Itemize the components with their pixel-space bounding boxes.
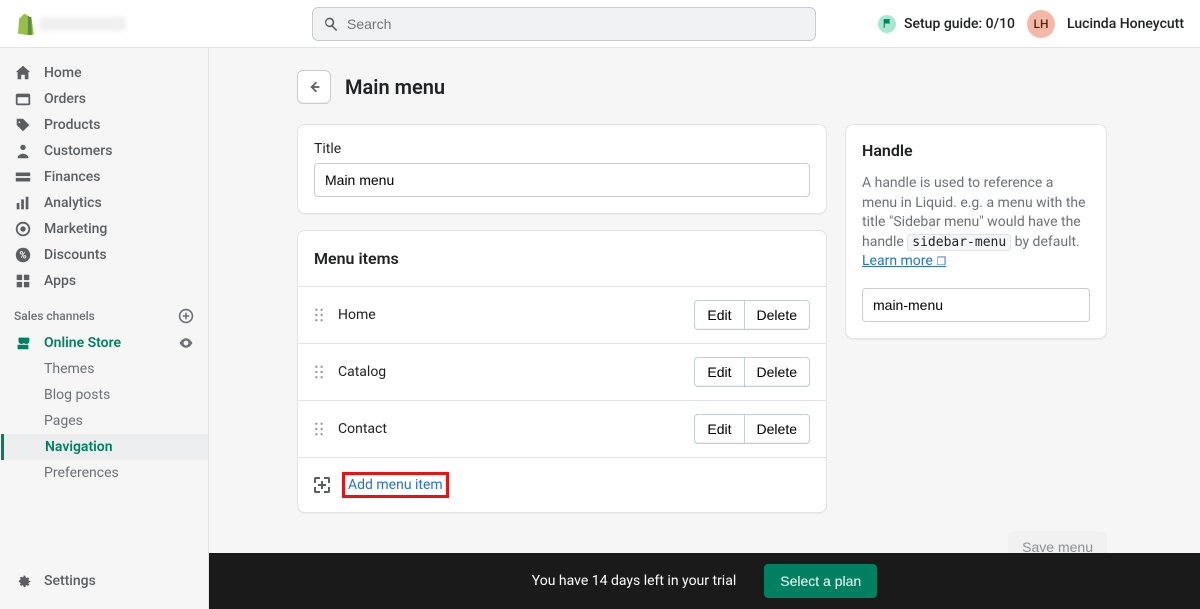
sidebar-item-products[interactable]: Products — [0, 112, 208, 138]
subnav-pages[interactable]: Pages — [34, 408, 208, 434]
store-name-blurred — [40, 17, 126, 31]
search-input[interactable] — [347, 16, 805, 32]
marketing-icon — [14, 220, 32, 238]
sidebar-item-online-store[interactable]: Online Store — [0, 330, 208, 356]
menu-item-row: Contact Edit Delete — [298, 400, 826, 457]
setup-guide-button[interactable]: Setup guide: 0/10 — [878, 15, 1015, 33]
sales-channels-heading: Sales channels — [14, 309, 95, 323]
sidebar-item-apps[interactable]: Apps — [0, 268, 208, 294]
add-item-icon — [314, 477, 330, 493]
trial-bar: You have 14 days left in your trial Sele… — [209, 553, 1200, 609]
page-title: Main menu — [345, 75, 445, 99]
delete-button[interactable]: Delete — [744, 414, 810, 444]
sidebar-item-home[interactable]: Home — [0, 60, 208, 86]
title-field[interactable] — [314, 163, 810, 197]
edit-button[interactable]: Edit — [694, 300, 743, 330]
products-icon — [14, 116, 32, 134]
learn-more-link[interactable]: Learn more ❐ — [862, 253, 946, 269]
trial-text: You have 14 days left in your trial — [532, 573, 736, 589]
finances-icon — [14, 168, 32, 186]
sidebar-item-label: Settings — [44, 573, 96, 589]
subnav-blog-posts[interactable]: Blog posts — [34, 382, 208, 408]
title-field-label: Title — [314, 141, 810, 157]
sidebar-item-label: Apps — [44, 273, 76, 289]
sidebar-item-label: Analytics — [44, 195, 102, 211]
handle-description: A handle is used to reference a menu in … — [862, 174, 1090, 272]
delete-button[interactable]: Delete — [744, 300, 810, 330]
discounts-icon: % — [14, 246, 32, 264]
add-channel-icon[interactable] — [178, 308, 194, 324]
title-card: Title — [297, 124, 827, 214]
search-icon — [323, 16, 339, 32]
handle-card: Handle A handle is used to reference a m… — [845, 124, 1107, 339]
add-menu-item-link[interactable]: Add menu item — [348, 477, 443, 493]
edit-button[interactable]: Edit — [694, 357, 743, 387]
menu-item-label: Home — [338, 307, 680, 323]
sidebar-item-label: Products — [44, 117, 101, 133]
external-link-icon: ❐ — [936, 255, 946, 268]
highlight-annotation: Add menu item — [342, 472, 449, 498]
sidebar-item-finances[interactable]: Finances — [0, 164, 208, 190]
view-store-icon[interactable] — [178, 335, 194, 351]
edit-button[interactable]: Edit — [694, 414, 743, 444]
sidebar-item-analytics[interactable]: Analytics — [0, 190, 208, 216]
subnav-navigation[interactable]: Navigation — [1, 434, 208, 460]
menu-item-label: Contact — [338, 421, 680, 437]
online-store-icon — [14, 334, 32, 352]
shopify-logo-icon — [16, 13, 36, 35]
select-plan-button[interactable]: Select a plan — [764, 564, 877, 598]
sidebar-item-label: Home — [44, 65, 82, 81]
menu-item-row: Catalog Edit Delete — [298, 343, 826, 400]
customers-icon — [14, 142, 32, 160]
main-content: Main menu Title Menu items — [209, 48, 1200, 609]
orders-icon — [14, 90, 32, 108]
menu-item-row: Home Edit Delete — [298, 286, 826, 343]
flag-icon — [878, 15, 896, 33]
back-button[interactable] — [297, 70, 331, 104]
subnav-themes[interactable]: Themes — [34, 356, 208, 382]
arrow-left-icon — [305, 78, 323, 96]
sidebar-item-marketing[interactable]: Marketing — [0, 216, 208, 242]
user-name[interactable]: Lucinda Honeycutt — [1067, 16, 1184, 32]
apps-icon — [14, 272, 32, 290]
drag-handle-icon[interactable] — [314, 365, 324, 379]
delete-button[interactable]: Delete — [744, 357, 810, 387]
home-icon — [14, 64, 32, 82]
sidebar-item-settings[interactable]: Settings — [0, 565, 208, 597]
drag-handle-icon[interactable] — [314, 422, 324, 436]
sidebar-item-discounts[interactable]: % Discounts — [0, 242, 208, 268]
sidebar-item-label: Marketing — [44, 221, 107, 237]
analytics-icon — [14, 194, 32, 212]
menu-item-label: Catalog — [338, 364, 680, 380]
search-bar[interactable] — [312, 7, 816, 41]
sidebar: Home Orders Products Customers Finances … — [0, 48, 209, 609]
sidebar-item-label: Orders — [44, 91, 86, 107]
sidebar-item-label: Online Store — [44, 335, 121, 351]
drag-handle-icon[interactable] — [314, 308, 324, 322]
setup-guide-label: Setup guide: 0/10 — [904, 16, 1015, 32]
handle-field[interactable] — [862, 288, 1090, 322]
sidebar-item-label: Discounts — [44, 247, 107, 263]
subnav-preferences[interactable]: Preferences — [34, 460, 208, 486]
svg-text:%: % — [19, 251, 26, 262]
sidebar-item-orders[interactable]: Orders — [0, 86, 208, 112]
sidebar-item-label: Customers — [44, 143, 112, 159]
menu-items-card: Menu items Home Edit Delete Ca — [297, 230, 827, 513]
top-bar: Setup guide: 0/10 LH Lucinda Honeycutt — [0, 0, 1200, 48]
handle-heading: Handle — [862, 141, 1090, 160]
sidebar-item-customers[interactable]: Customers — [0, 138, 208, 164]
add-menu-item-row[interactable]: Add menu item — [298, 457, 826, 512]
gear-icon — [14, 572, 32, 590]
menu-items-heading: Menu items — [298, 231, 826, 286]
avatar[interactable]: LH — [1027, 10, 1055, 38]
sidebar-item-label: Finances — [44, 169, 100, 185]
